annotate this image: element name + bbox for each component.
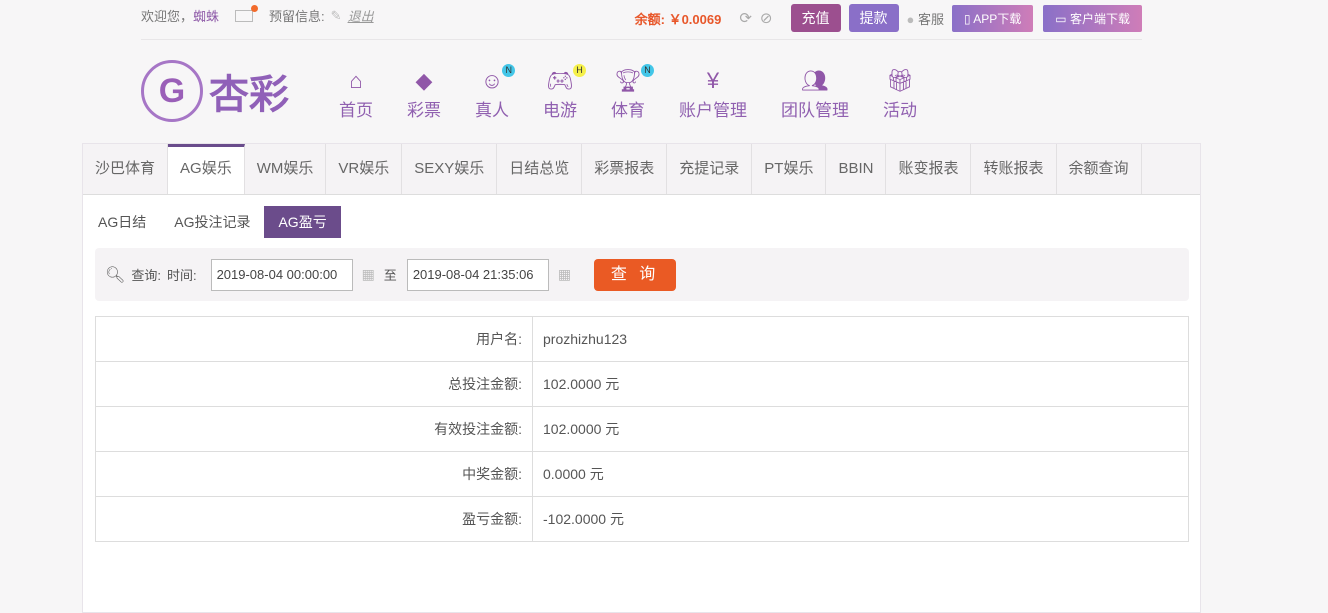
row-label: 总投注金额: [95,361,533,407]
nav-label: 团队管理 [781,101,849,120]
sub-tab[interactable]: AG投注记录 [160,206,264,238]
gamepad-icon: 🎮︎ H [546,64,586,96]
mail-icon[interactable] [235,4,259,22]
row-label: 有效投注金额: [95,406,533,452]
nav-item[interactable]: ⌂ 首页 [339,68,373,121]
phone-icon: ▯ [964,11,971,26]
reserved-info-label: 预留信息: [269,9,325,24]
home-icon: ⌂ [349,68,363,93]
yen-coin-icon: ¥ [706,68,720,93]
tab[interactable]: 日结总览 [497,144,583,194]
start-time-input[interactable]: 2019-08-04 00:00:00 [210,258,353,291]
recharge-button[interactable]: 充值 [790,4,841,32]
sub-tabs: AG日结 AG投注记录 AG盈亏 [84,206,341,238]
nav-item[interactable]: 🎁︎ 活动 [883,68,917,121]
search-icon: 🔍︎ [105,266,126,284]
tab[interactable]: 余额查询 [1057,144,1142,194]
app-download-button[interactable]: ▯ APP下载 [952,4,1034,32]
woman-icon: ☺ N [481,64,516,96]
username-link[interactable]: 蜘蛛 [193,6,219,25]
query-label: 查询: [131,268,161,283]
nav-item[interactable]: 🏆︎ N 体育 [611,64,654,121]
tab[interactable]: BBIN [826,144,887,194]
calendar-icon[interactable]: ▦ [558,266,571,283]
result-table: 用户名: prozhizhu123 总投注金额: 102.0000 元有效投注金额: 1… [95,316,1189,542]
table-row: 盈亏金额: -102.0000 元 [95,496,1189,542]
welcome-text: 欢迎您， [141,9,194,24]
nav-label: 电游 [543,101,577,120]
badge: N [640,64,654,77]
row-label: 中奖金额: [95,451,533,497]
tab[interactable]: 转账报表 [971,144,1057,194]
client-download-button[interactable]: ▭ 客户端下载 [1043,4,1142,32]
tab[interactable]: WM娱乐 [245,144,327,194]
ticket-icon: ◆ [415,68,433,93]
tab[interactable]: AG娱乐 [168,144,245,194]
query-button[interactable]: 查 询 [594,258,677,291]
badge: N [502,64,516,77]
badge: H [572,64,586,77]
nav-item[interactable]: ☺ N 真人 [475,64,516,121]
tab[interactable]: VR娱乐 [326,144,403,194]
nav-item[interactable]: ¥ 账户管理 [679,68,747,121]
tab[interactable]: PT娱乐 [752,144,827,194]
tab[interactable]: 彩票报表 [582,144,668,194]
query-bar: 🔍︎ 查询: 时间: 2019-08-04 00:00:00 ▦ 至 2019-… [95,248,1189,301]
balance: 余额: ￥0.0069 [634,11,722,27]
row-label: 盈亏金额: [95,496,533,542]
table-row: 总投注金额: 102.0000 元 [95,361,1189,407]
nav-item[interactable]: ◆ 彩票 [407,68,441,121]
row-label: 用户名: [95,316,533,362]
nav-label: 体育 [611,101,645,120]
trophy-icon: 🏆︎ N [614,64,654,96]
end-time-input[interactable]: 2019-08-04 21:35:06 [406,258,549,291]
sub-tab[interactable]: AG盈亏 [264,206,341,238]
refresh-icon[interactable]: ⟳ [739,9,752,27]
row-value: -102.0000 元 [532,496,1189,542]
gift-icon: 🎁︎ [886,68,914,93]
main-nav: G 杏彩 ⌂ 首页 ◆ 彩票 ☺ N 真人 🎮︎ H 电游 🏆︎ N 体育 ¥ 账户管理 👥︎ 团队管理 🎁︎ 活动 [141,60,951,122]
top-bar: 欢迎您， 蜘蛛 预留信息: ✎ 退出 余额: ￥0.0069 ⟳ ⊘ 充值 提款… [141,0,1142,40]
hide-eye-icon[interactable]: ⊘ [760,9,773,27]
table-row: 用户名: prozhizhu123 [95,316,1189,362]
tab[interactable]: SEXY娱乐 [402,144,498,194]
table-row: 中奖金额: 0.0000 元 [95,451,1189,497]
nav-label: 彩票 [407,101,441,120]
nav-item[interactable]: 👥︎ 团队管理 [781,68,849,121]
content-panel: 沙巴体育 AG娱乐 WM娱乐 VR娱乐 SEXY娱乐 日结总览 彩票报表 充提记录 PT娱乐 BB… [82,143,1201,613]
table-row: 有效投注金额: 102.0000 元 [95,406,1189,452]
time-label: 时间: [166,268,197,283]
monitor-icon: ▭ [1055,11,1067,26]
row-value: 102.0000 元 [532,406,1189,452]
team-icon: 👥︎ [801,68,829,93]
sub-tab[interactable]: AG日结 [84,206,160,238]
edit-icon[interactable]: ✎ [331,8,342,24]
support-icon: ● [906,11,915,27]
tab[interactable]: 充提记录 [667,144,753,194]
row-value: 0.0000 元 [532,451,1189,497]
nav-item[interactable]: 🎮︎ H 电游 [543,64,586,121]
logout-link[interactable]: 退出 [348,6,374,25]
tab[interactable]: 账变报表 [886,144,972,194]
tab[interactable]: 沙巴体育 [83,144,169,194]
row-value: prozhizhu123 [532,316,1189,362]
report-tabs: 沙巴体育 AG娱乐 WM娱乐 VR娱乐 SEXY娱乐 日结总览 彩票报表 充提记录 PT娱乐 BB… [83,144,1200,195]
nav-label: 首页 [339,101,373,120]
nav-label: 真人 [475,101,509,120]
nav-label: 活动 [883,101,917,120]
calendar-icon[interactable]: ▦ [362,266,375,283]
logo[interactable]: G 杏彩 [141,60,289,122]
nav-label: 账户管理 [679,101,747,120]
withdraw-button[interactable]: 提款 [848,4,899,32]
to-label: 至 [383,268,397,283]
support-link[interactable]: ● 客服 [907,9,945,28]
row-value: 102.0000 元 [532,361,1189,407]
